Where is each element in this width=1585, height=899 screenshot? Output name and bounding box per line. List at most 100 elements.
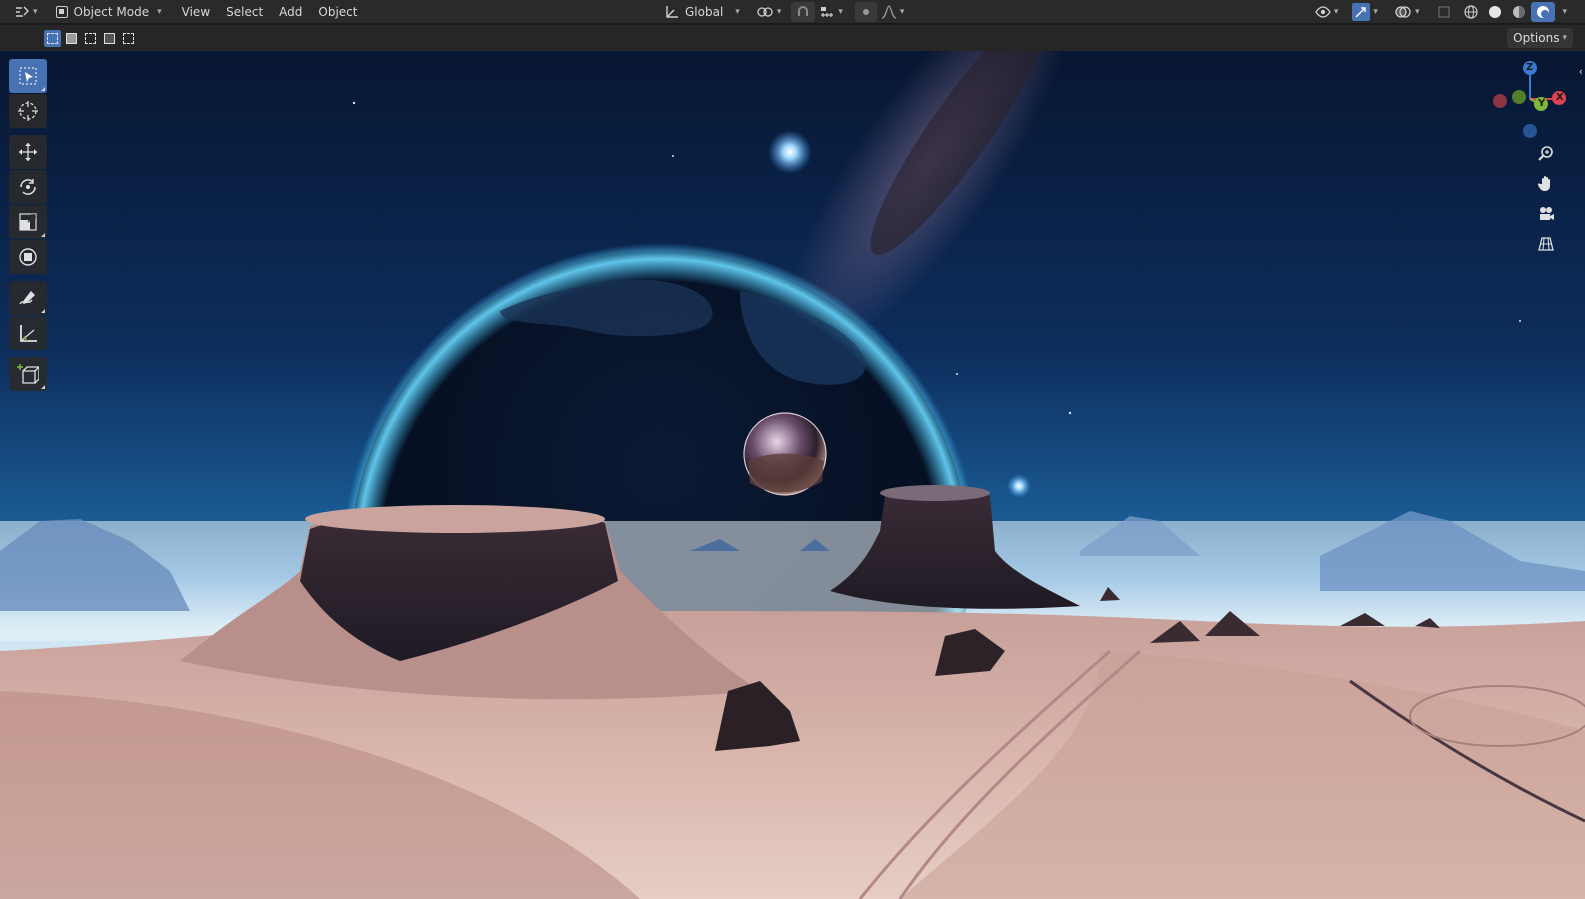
tool-variants-indicator (41, 309, 45, 313)
snap-target-dropdown[interactable]: ▾ (815, 2, 847, 22)
options-dropdown[interactable]: Options ▾ (1507, 28, 1573, 48)
zoom-icon (1538, 146, 1553, 161)
viewport-shading-controls: ▾ ▾ ▾ ▾ (1311, 2, 1571, 22)
chevron-down-icon: ▾ (776, 7, 782, 17)
snap-toggle[interactable] (791, 2, 816, 22)
select-invert-button[interactable] (101, 30, 118, 47)
menu-object[interactable]: Object (310, 2, 365, 22)
cursor-icon (18, 101, 38, 121)
select-extend-button[interactable] (63, 30, 80, 47)
pivot-icon (757, 7, 773, 17)
tool-settings-bar: Options ▾ (0, 25, 1585, 51)
proportional-edit-icon (862, 9, 869, 15)
tool-annotate[interactable] (9, 281, 47, 315)
pan-button[interactable] (1533, 171, 1559, 197)
orientation-icon (666, 6, 678, 18)
orientation-label: Global (685, 5, 724, 19)
tool-cursor[interactable] (9, 94, 47, 128)
tool-variants-indicator (41, 385, 45, 389)
select-subtract-button[interactable] (82, 30, 99, 47)
add-cube-icon (17, 364, 39, 384)
axis-z-label[interactable]: Z (1526, 62, 1533, 73)
tool-variants-indicator (41, 87, 45, 91)
gizmo-toggle[interactable]: ▾ (1348, 2, 1382, 22)
camera-view-button[interactable] (1533, 201, 1559, 227)
camera-icon (1540, 207, 1554, 220)
chevron-down-icon: ▾ (1333, 7, 1339, 17)
menu-select[interactable]: Select (218, 2, 271, 22)
zoom-button[interactable] (1533, 141, 1559, 167)
overlays-toggle[interactable]: ▾ (1390, 2, 1424, 22)
solid-sphere-icon (1489, 6, 1502, 18)
select-invert-icon (104, 32, 115, 44)
pivot-point-dropdown[interactable]: ▾ (752, 2, 786, 22)
options-label: Options (1513, 31, 1560, 45)
chevron-down-icon: ▾ (1562, 7, 1567, 17)
left-toolbar (9, 59, 47, 392)
chevron-down-icon: ▾ (1414, 7, 1420, 17)
annotate-icon (19, 291, 35, 305)
tool-select-box[interactable] (9, 59, 47, 93)
editor-type-button[interactable]: ▾ (10, 2, 42, 22)
tool-scale[interactable] (9, 205, 47, 239)
select-intersect-icon (123, 32, 134, 44)
top-header: ▾ Object Mode ▾ View Select Add Object G… (0, 0, 1585, 24)
tool-transform[interactable] (9, 240, 47, 274)
axis-x-label[interactable]: X (1556, 92, 1564, 103)
3d-viewport[interactable]: Z X Y ‹ (0, 51, 1585, 899)
rendered-sphere-icon (1537, 6, 1550, 18)
move-icon (19, 143, 37, 161)
object-mode-icon (55, 5, 68, 18)
editor-type-icon (16, 6, 29, 17)
scale-icon (19, 213, 37, 231)
chevron-down-icon: ▾ (33, 6, 38, 17)
menu-add[interactable]: Add (271, 2, 310, 22)
transform-orientation-dropdown[interactable]: Global ▾ (660, 2, 744, 22)
tool-add-cube[interactable] (9, 357, 47, 391)
header-menus: View Select Add Object (174, 2, 366, 22)
snap-increment-icon (821, 7, 834, 17)
tool-variants-indicator (41, 233, 45, 237)
axis-y-label[interactable]: Y (1538, 98, 1545, 109)
gizmo-icon (1352, 3, 1371, 21)
select-box-icon (19, 67, 37, 85)
snap-magnet-icon (798, 6, 809, 16)
measure-icon (20, 325, 37, 342)
select-new-icon (47, 32, 58, 44)
shading-dropdown[interactable]: ▾ (1555, 2, 1571, 22)
xray-toggle[interactable] (1433, 2, 1455, 22)
shading-material[interactable] (1507, 2, 1531, 22)
selection-mode-group (44, 29, 137, 47)
select-intersect-button[interactable] (120, 30, 137, 47)
select-extend-icon (66, 32, 77, 44)
grid-perspective-icon (1538, 237, 1554, 251)
visibility-dropdown[interactable]: ▾ (1311, 2, 1343, 22)
chevron-down-icon: ▾ (1373, 7, 1378, 17)
transform-icon (19, 248, 37, 266)
chevron-down-icon: ▾ (838, 7, 843, 17)
mode-dropdown[interactable]: Object Mode ▾ (52, 2, 166, 22)
chevron-down-icon: ▾ (157, 6, 162, 17)
falloff-curve-icon (881, 5, 897, 19)
shading-rendered[interactable] (1531, 2, 1556, 22)
perspective-toggle-button[interactable] (1533, 231, 1559, 257)
falloff-dropdown[interactable]: ▾ (877, 2, 909, 22)
chevron-down-icon: ▾ (899, 7, 905, 17)
shading-wireframe[interactable] (1459, 2, 1483, 22)
menu-view[interactable]: View (174, 2, 218, 22)
mode-label: Object Mode (73, 4, 150, 19)
tool-move[interactable] (9, 135, 47, 169)
sidebar-toggle-arrow[interactable]: ‹ (1579, 65, 1583, 78)
wireframe-sphere-icon (1464, 5, 1479, 19)
proportional-edit-toggle[interactable] (854, 2, 877, 22)
overlays-icon (1395, 6, 1411, 18)
tool-rotate[interactable] (9, 170, 47, 204)
select-subtract-icon (85, 32, 96, 44)
rotate-icon (20, 179, 36, 195)
select-new-button[interactable] (44, 29, 61, 47)
navigation-gizmo[interactable]: Z X Y (1485, 57, 1575, 147)
chevron-down-icon: ▾ (735, 7, 740, 17)
shading-solid[interactable] (1483, 2, 1507, 22)
hand-icon (1537, 176, 1550, 191)
tool-measure[interactable] (9, 316, 47, 350)
